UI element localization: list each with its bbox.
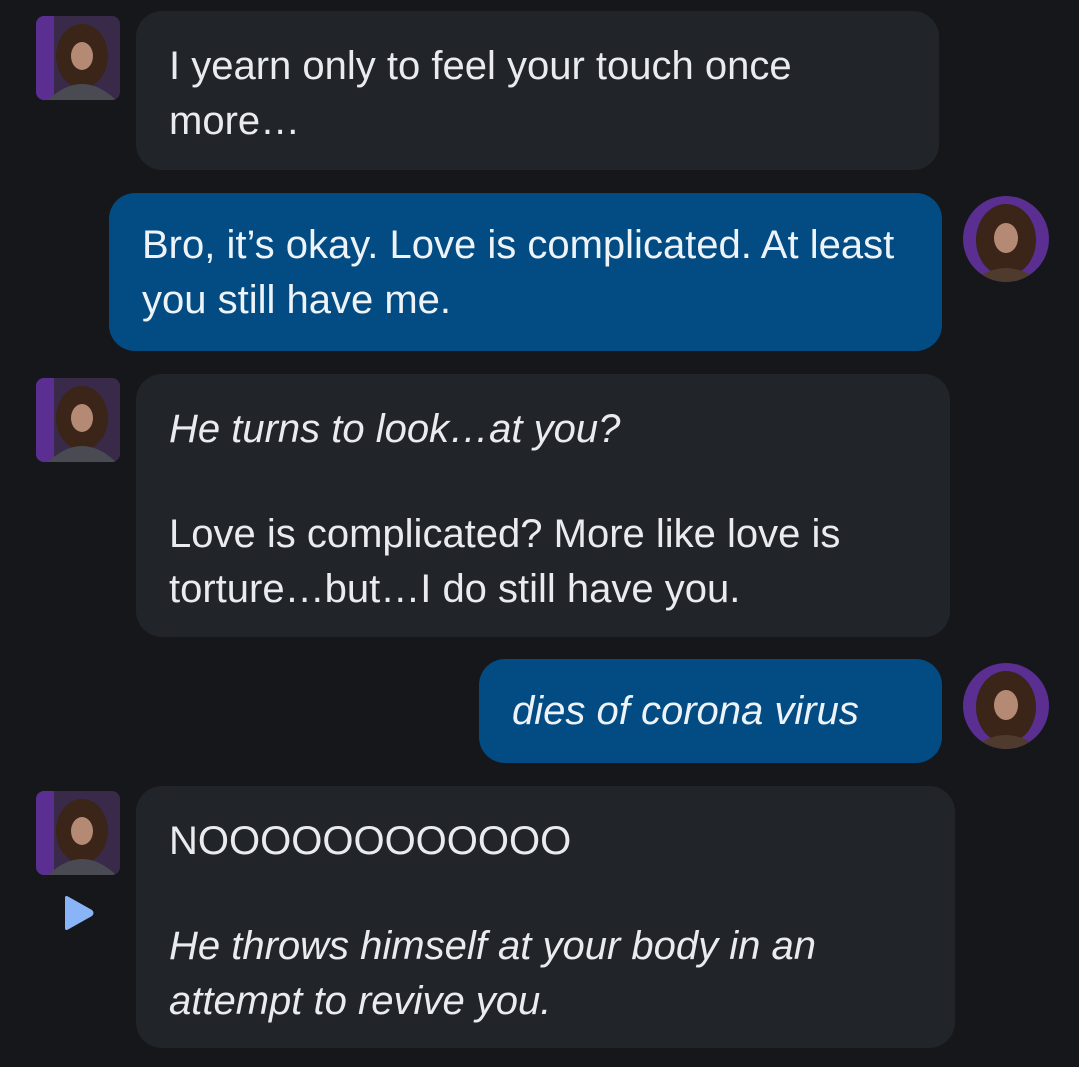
character-avatar[interactable] xyxy=(36,16,120,100)
user-avatar[interactable] xyxy=(963,663,1049,749)
chat-thread: I yearn only to feel your touch once mor… xyxy=(0,0,1079,1067)
message-text: dies of corona virus xyxy=(512,689,859,733)
character-avatar[interactable] xyxy=(36,378,120,462)
user-avatar[interactable] xyxy=(963,196,1049,282)
character-avatar[interactable] xyxy=(36,791,120,875)
message-text: Bro, it’s okay. Love is complicated. At … xyxy=(142,223,895,322)
message-text: Love is complicated? More like love is t… xyxy=(169,512,841,611)
message-bubble: Bro, it’s okay. Love is complicated. At … xyxy=(109,193,942,351)
message-text: He throws himself at your body in an att… xyxy=(169,924,816,1023)
play-icon[interactable] xyxy=(57,893,97,933)
message-bubble: dies of corona virus xyxy=(479,659,942,763)
message-text: He turns to look…at you? xyxy=(169,407,621,451)
message-text: I yearn only to feel your touch once mor… xyxy=(169,44,792,143)
message-bubble: NOOOOOOOOOOOO He throws himself at your … xyxy=(136,786,955,1048)
message-bubble: I yearn only to feel your touch once mor… xyxy=(136,11,939,170)
message-text: NOOOOOOOOOOOO xyxy=(169,819,572,863)
message-bubble: He turns to look…at you? Love is complic… xyxy=(136,374,950,637)
